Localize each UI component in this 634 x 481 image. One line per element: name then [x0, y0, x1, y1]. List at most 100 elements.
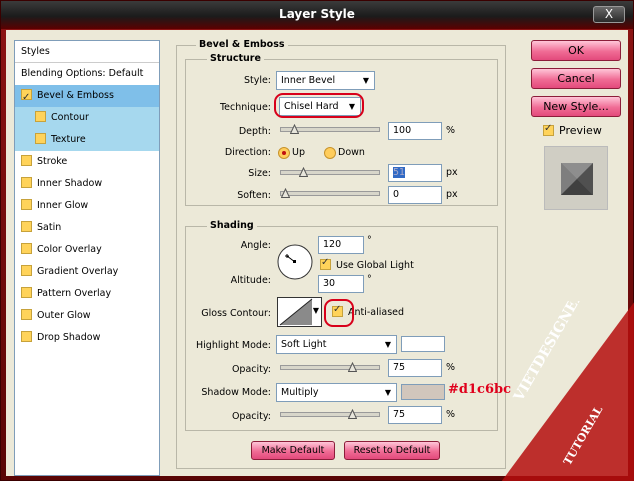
checkbox-icon — [543, 123, 554, 136]
sidebar-item-label: Gradient Overlay — [37, 266, 119, 277]
sidebar-item[interactable]: Blending Options: Default — [15, 63, 159, 85]
highlight-opacity-input[interactable]: 75 — [388, 359, 442, 377]
checkbox-icon[interactable] — [35, 111, 46, 122]
dialog-body: Styles Blending Options: Default Bevel & … — [6, 30, 628, 476]
sidebar-item[interactable]: Texture — [15, 129, 159, 151]
preview-checkbox[interactable]: Preview — [543, 123, 602, 137]
contour-curve-icon — [279, 298, 313, 326]
size-input[interactable]: 51 — [388, 164, 442, 182]
checkbox-icon[interactable] — [21, 177, 32, 188]
depth-slider[interactable] — [280, 124, 380, 134]
sidebar-item[interactable]: Gradient Overlay — [15, 261, 159, 283]
checkbox-icon — [320, 257, 331, 270]
altitude-input[interactable]: 30 — [318, 275, 364, 293]
direction-down-radio[interactable] — [324, 147, 336, 159]
soften-slider-thumb[interactable] — [281, 188, 290, 198]
direction-up-label: Up — [292, 147, 305, 158]
shadow-opacity-thumb[interactable] — [347, 409, 357, 419]
sidebar-item[interactable]: Inner Glow — [15, 195, 159, 217]
sidebar-item-label: Outer Glow — [37, 310, 91, 321]
title-bar[interactable]: Layer Style X — [1, 1, 633, 29]
size-slider-thumb[interactable] — [298, 167, 308, 177]
highlight-color-swatch[interactable] — [401, 336, 445, 352]
sidebar-item[interactable]: Contour — [15, 107, 159, 129]
checkbox-icon[interactable] — [21, 221, 32, 232]
preview-thumbnail — [544, 146, 608, 210]
highlight-mode-value: Soft Light — [281, 339, 327, 350]
sidebar-item-label: Satin — [37, 222, 62, 233]
style-select[interactable]: Inner Bevel ▼ — [276, 71, 375, 90]
sidebar-item-label: Color Overlay — [37, 244, 102, 255]
highlight-circle — [274, 93, 364, 118]
checkbox-icon[interactable] — [35, 133, 46, 144]
gloss-contour-picker[interactable]: ▼ — [277, 297, 322, 327]
sidebar-item[interactable]: Pattern Overlay — [15, 283, 159, 305]
sidebar-item[interactable]: Color Overlay — [15, 239, 159, 261]
shadow-mode-label: Shadow Mode: — [201, 387, 271, 398]
use-global-light-checkbox[interactable]: Use Global Light — [320, 257, 414, 271]
direction-up-radio[interactable] — [278, 147, 290, 159]
highlight-mode-label: Highlight Mode: — [196, 340, 271, 351]
styles-header[interactable]: Styles — [15, 41, 159, 63]
direction-down-label: Down — [338, 147, 365, 158]
sidebar-item[interactable]: Drop Shadow — [15, 327, 159, 349]
cancel-button[interactable]: Cancel — [531, 68, 621, 89]
soften-slider[interactable] — [280, 188, 380, 198]
checkbox-icon[interactable] — [21, 309, 32, 320]
depth-label: Depth: — [238, 126, 271, 137]
ok-button[interactable]: OK — [531, 40, 621, 61]
sidebar-item-label: Stroke — [37, 156, 68, 167]
soften-input[interactable]: 0 — [388, 186, 442, 204]
depth-slider-thumb[interactable] — [289, 124, 299, 134]
checkbox-icon[interactable] — [21, 265, 32, 276]
angle-label: Angle: — [240, 240, 271, 251]
shadow-mode-select[interactable]: Multiply ▼ — [276, 383, 397, 402]
highlight-circle — [324, 299, 354, 327]
sidebar-item-label: Drop Shadow — [37, 332, 101, 343]
angle-input[interactable]: 120 — [318, 236, 364, 254]
sidebar-item-label: Pattern Overlay — [37, 288, 112, 299]
sidebar-item[interactable]: Inner Shadow — [15, 173, 159, 195]
sidebar-item-label: Inner Shadow — [37, 178, 103, 189]
make-default-button[interactable]: Make Default — [251, 441, 335, 460]
sidebar-item[interactable]: Outer Glow — [15, 305, 159, 327]
shadow-opacity-unit: % — [446, 409, 456, 420]
technique-label: Technique: — [219, 102, 271, 113]
chevron-down-icon: ▼ — [362, 76, 369, 85]
soften-label: Soften: — [237, 190, 271, 201]
sidebar-item[interactable]: Bevel & Emboss — [15, 85, 159, 109]
checkbox-icon[interactable] — [21, 155, 32, 166]
altitude-label: Altitude: — [230, 275, 271, 286]
close-button[interactable]: X — [593, 6, 625, 23]
size-slider[interactable] — [280, 167, 380, 177]
window-title: Layer Style — [279, 7, 355, 21]
sidebar-item[interactable]: Satin — [15, 217, 159, 239]
shadow-color-swatch[interactable] — [401, 384, 445, 400]
layer-style-dialog: Layer Style X Styles Blending Options: D… — [0, 0, 634, 481]
shadow-opacity-slider[interactable] — [280, 409, 380, 419]
angle-unit: ° — [367, 235, 372, 246]
highlight-opacity-thumb[interactable] — [347, 362, 357, 372]
soften-unit: px — [446, 189, 458, 200]
highlight-opacity-slider[interactable] — [280, 362, 380, 372]
angle-dial[interactable] — [276, 243, 314, 284]
style-value: Inner Bevel — [281, 75, 336, 86]
bevel-emboss-title: Bevel & Emboss — [196, 39, 288, 50]
bevel-preview-image — [561, 163, 593, 195]
checkbox-icon[interactable] — [21, 87, 32, 109]
sidebar-item[interactable]: Stroke — [15, 151, 159, 173]
new-style-button[interactable]: New Style... — [531, 96, 621, 117]
checkbox-icon[interactable] — [21, 199, 32, 210]
chevron-down-icon: ▼ — [312, 306, 319, 315]
highlight-mode-select[interactable]: Soft Light ▼ — [276, 335, 397, 354]
size-unit: px — [446, 167, 458, 178]
shadow-opacity-input[interactable]: 75 — [388, 406, 442, 424]
chevron-down-icon: ▼ — [384, 388, 391, 397]
depth-input[interactable]: 100 — [388, 122, 442, 140]
depth-unit: % — [446, 125, 456, 136]
checkbox-icon[interactable] — [21, 287, 32, 298]
checkbox-icon[interactable] — [21, 243, 32, 254]
sidebar-item-label: Blending Options: Default — [21, 68, 144, 79]
reset-default-button[interactable]: Reset to Default — [344, 441, 440, 460]
checkbox-icon[interactable] — [21, 331, 32, 342]
